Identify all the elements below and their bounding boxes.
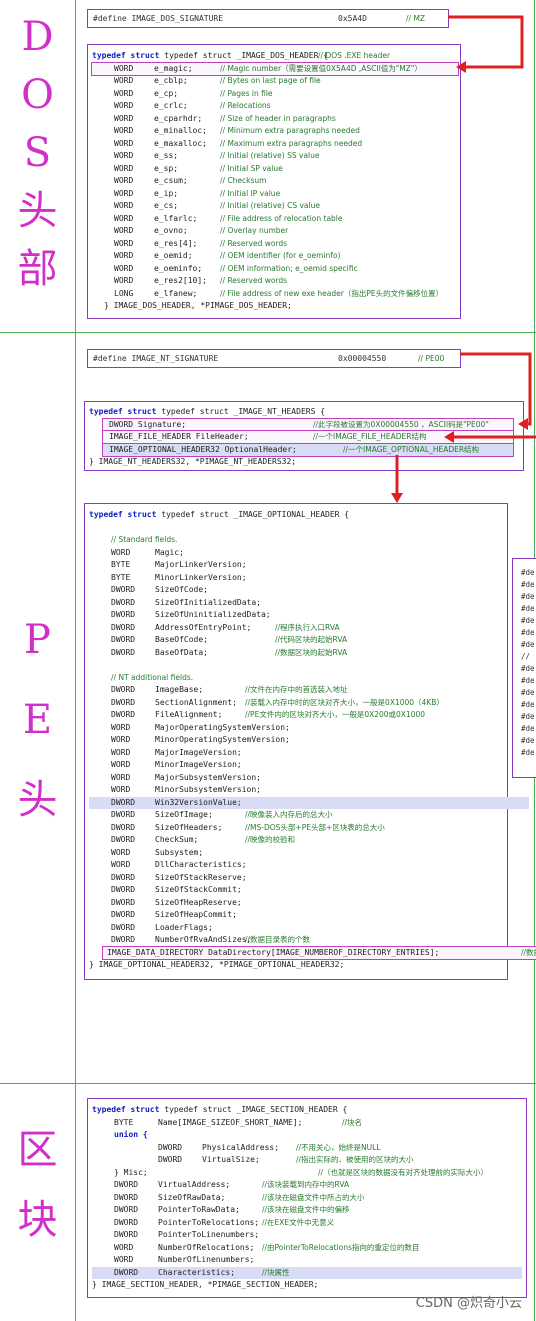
dos-arrow bbox=[448, 15, 524, 69]
arrow-layer bbox=[391, 15, 536, 503]
arrowhead-icon bbox=[444, 431, 454, 443]
arrowhead-icon bbox=[456, 61, 466, 73]
arrowhead-icon bbox=[518, 418, 528, 430]
arrowhead-icon bbox=[391, 493, 403, 503]
watermark: CSDN @炽奇小云 bbox=[415, 1296, 522, 1311]
nt-arrow bbox=[460, 352, 532, 426]
